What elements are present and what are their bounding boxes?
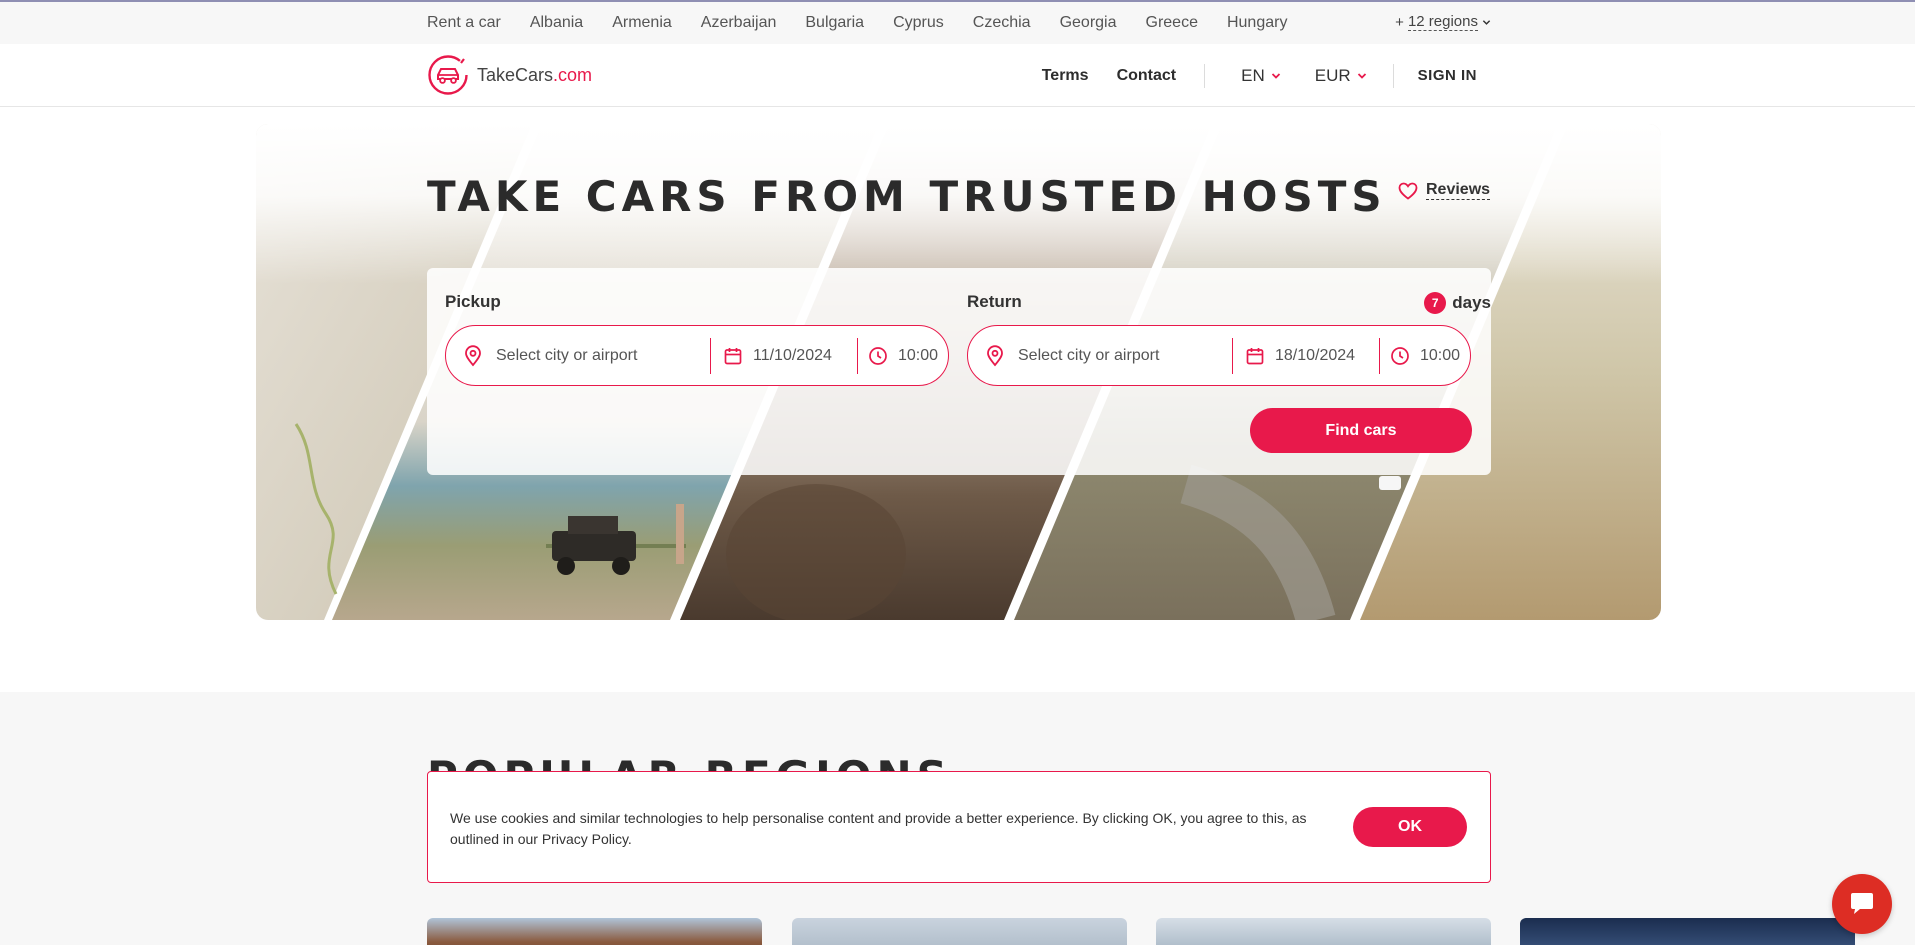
region-link-georgia[interactable]: Georgia <box>1060 14 1117 32</box>
return-city-input[interactable] <box>1018 346 1218 365</box>
nav-contact[interactable]: Contact <box>1117 67 1177 85</box>
region-card[interactable] <box>792 918 1127 945</box>
region-links: Rent a car Albania Armenia Azerbaijan Bu… <box>427 2 1491 44</box>
reviews-label: Reviews <box>1426 181 1491 200</box>
logo-car-icon <box>428 55 468 95</box>
heart-icon <box>1398 182 1418 200</box>
nav-divider <box>1204 63 1206 88</box>
pickup-date-field[interactable]: 11/10/2024 <box>710 337 857 374</box>
region-link-albania[interactable]: Albania <box>530 14 583 32</box>
currency-selector[interactable]: EUR <box>1315 66 1367 86</box>
language-selector[interactable]: EN <box>1241 66 1281 86</box>
logo[interactable]: TakeCars.com <box>427 54 592 96</box>
more-regions-label: 12 regions <box>1407 13 1478 31</box>
find-cars-button[interactable]: Find cars <box>1250 408 1472 453</box>
return-date-value: 18/10/2024 <box>1275 346 1356 364</box>
site-header: TakeCars.com Terms Contact EN EUR SIGN I… <box>0 44 1915 107</box>
location-pin-icon <box>987 344 1003 366</box>
region-bar: Rent a car Albania Armenia Azerbaijan Bu… <box>0 2 1915 44</box>
region-link-bulgaria[interactable]: Bulgaria <box>805 14 864 32</box>
region-link-armenia[interactable]: Armenia <box>612 14 672 32</box>
clock-icon <box>1391 346 1409 365</box>
region-card[interactable] <box>1520 918 1855 945</box>
cookie-text: We use cookies and similar technologies … <box>450 810 1307 847</box>
calendar-icon <box>724 347 742 364</box>
pickup-city-field[interactable] <box>446 326 710 385</box>
logo-name: TakeCars <box>477 64 554 85</box>
chat-button[interactable] <box>1832 874 1892 934</box>
days-count-badge: 7 <box>1424 292 1447 314</box>
region-link-greece[interactable]: Greece <box>1146 14 1198 32</box>
region-card[interactable] <box>1156 918 1491 945</box>
calendar-icon <box>1246 347 1264 364</box>
logo-text: TakeCars.com <box>477 65 592 86</box>
sign-in-link[interactable]: SIGN IN <box>1418 67 1477 84</box>
language-value: EN <box>1241 65 1265 85</box>
return-date-field[interactable]: 18/10/2024 <box>1232 337 1379 374</box>
pickup-label: Pickup <box>445 292 501 311</box>
rental-duration: 7 days <box>1424 292 1491 314</box>
cookie-banner: We use cookies and similar technologies … <box>427 771 1491 883</box>
pickup-field-group: 11/10/2024 10:00 <box>445 325 949 386</box>
region-link-czechia[interactable]: Czechia <box>973 14 1031 32</box>
more-regions-prefix: + <box>1395 13 1404 31</box>
region-link-azerbaijan[interactable]: Azerbaijan <box>701 14 777 32</box>
clock-icon <box>869 346 887 365</box>
return-field-group: 18/10/2024 10:00 <box>967 325 1471 386</box>
return-time-field[interactable]: 10:00 <box>1379 337 1461 374</box>
pickup-date-value: 11/10/2024 <box>753 346 832 364</box>
location-pin-icon <box>465 344 481 366</box>
logo-tld: .com <box>553 64 593 85</box>
main-nav: Terms Contact EN EUR SIGN IN <box>1014 44 1491 107</box>
region-link-hungary[interactable]: Hungary <box>1227 14 1287 32</box>
chat-icon <box>1851 893 1873 914</box>
chevron-down-icon <box>1482 19 1491 25</box>
return-label: Return <box>967 292 1022 311</box>
nav-terms[interactable]: Terms <box>1042 67 1089 85</box>
pickup-city-input[interactable] <box>496 346 696 365</box>
hero-title: TAKE CARS FROM TRUSTED HOSTS <box>427 172 1387 221</box>
days-label: days <box>1452 293 1491 312</box>
reviews-link[interactable]: Reviews <box>1398 181 1491 200</box>
nav-divider <box>1392 63 1394 88</box>
pickup-time-field[interactable]: 10:00 <box>857 337 939 374</box>
region-link-cyprus[interactable]: Cyprus <box>893 14 944 32</box>
chevron-down-icon <box>1357 72 1366 79</box>
currency-value: EUR <box>1314 65 1351 85</box>
chevron-down-icon <box>1271 72 1280 79</box>
return-city-field[interactable] <box>968 326 1232 385</box>
region-link-rent-a-car[interactable]: Rent a car <box>427 14 501 32</box>
cookie-ok-button[interactable]: OK <box>1353 807 1467 847</box>
region-card[interactable] <box>427 918 762 945</box>
return-time-value: 10:00 <box>1420 346 1461 364</box>
pickup-time-value: 10:00 <box>898 346 939 364</box>
more-regions-dropdown[interactable]: + 12 regions <box>1395 13 1491 31</box>
